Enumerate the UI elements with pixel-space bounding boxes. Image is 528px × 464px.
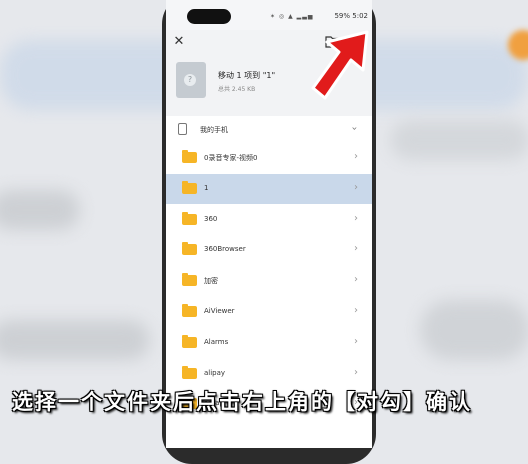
file-icon: ? [176, 62, 206, 98]
caption-subtitle: 选择一个文件夹后点击右上角的【对勾】确认 [12, 390, 472, 414]
close-icon[interactable]: ✕ [170, 33, 188, 51]
status-battery-time: 59% 5:02 [304, 12, 368, 20]
chevron-right-icon: › [354, 305, 358, 316]
folder-label: 360 [204, 214, 218, 223]
folder-row[interactable]: 加密 › [166, 266, 372, 296]
folder-row[interactable]: alipay › [166, 359, 372, 389]
folder-row[interactable]: 0录音专家-视频0 › [166, 143, 372, 173]
battery-level: 59% [334, 12, 351, 20]
background-blur [0, 320, 150, 360]
phone-icon [178, 123, 187, 135]
move-title: 移动 1 项到 "1" [218, 71, 276, 80]
folder-label: 加密 [204, 277, 218, 286]
folder-row[interactable]: 360Browser › [166, 235, 372, 265]
folder-icon [182, 304, 197, 317]
folder-row[interactable]: Alarms › [166, 328, 372, 358]
folder-icon [182, 211, 197, 225]
folder-icon [182, 334, 197, 348]
folder-icon [182, 365, 197, 379]
folder-label: 1 [204, 183, 209, 192]
chevron-right-icon: › [354, 274, 358, 286]
folder-icon [182, 180, 197, 194]
folder-label: AiViewer [204, 307, 235, 315]
chevron-right-icon: › [354, 366, 358, 378]
folder-icon [182, 150, 197, 163]
folder-icon [182, 273, 197, 287]
folder-label: 0录音专家-视频0 [204, 154, 258, 162]
chevron-right-icon: › [354, 243, 358, 255]
clock: 5:02 [352, 12, 368, 20]
chevron-down-icon[interactable]: › [349, 127, 360, 131]
storage-header[interactable]: 我的手机 › [166, 116, 372, 142]
folder-row[interactable]: AiViewer › [166, 297, 372, 327]
unknown-file-icon: ? [184, 74, 196, 86]
background-blur [390, 120, 528, 160]
red-arrow-annotation [311, 30, 369, 100]
folder-label: alipay [204, 368, 226, 377]
folder-label: Alarms [204, 337, 229, 346]
folder-row[interactable]: 1 › [166, 173, 372, 204]
background-blur [420, 300, 528, 360]
chevron-right-icon: › [354, 335, 358, 347]
chevron-right-icon: › [354, 212, 358, 224]
chevron-right-icon: › [354, 181, 358, 193]
chevron-right-icon: › [354, 151, 358, 162]
folder-row[interactable]: 360 › [166, 205, 372, 235]
camera-cutout [187, 9, 231, 24]
folder-label: 360Browser [204, 245, 246, 254]
folder-icon [182, 242, 197, 256]
background-blur [0, 190, 80, 230]
move-size: 总共 2.45 KB [218, 86, 256, 93]
storage-label: 我的手机 [200, 126, 228, 134]
